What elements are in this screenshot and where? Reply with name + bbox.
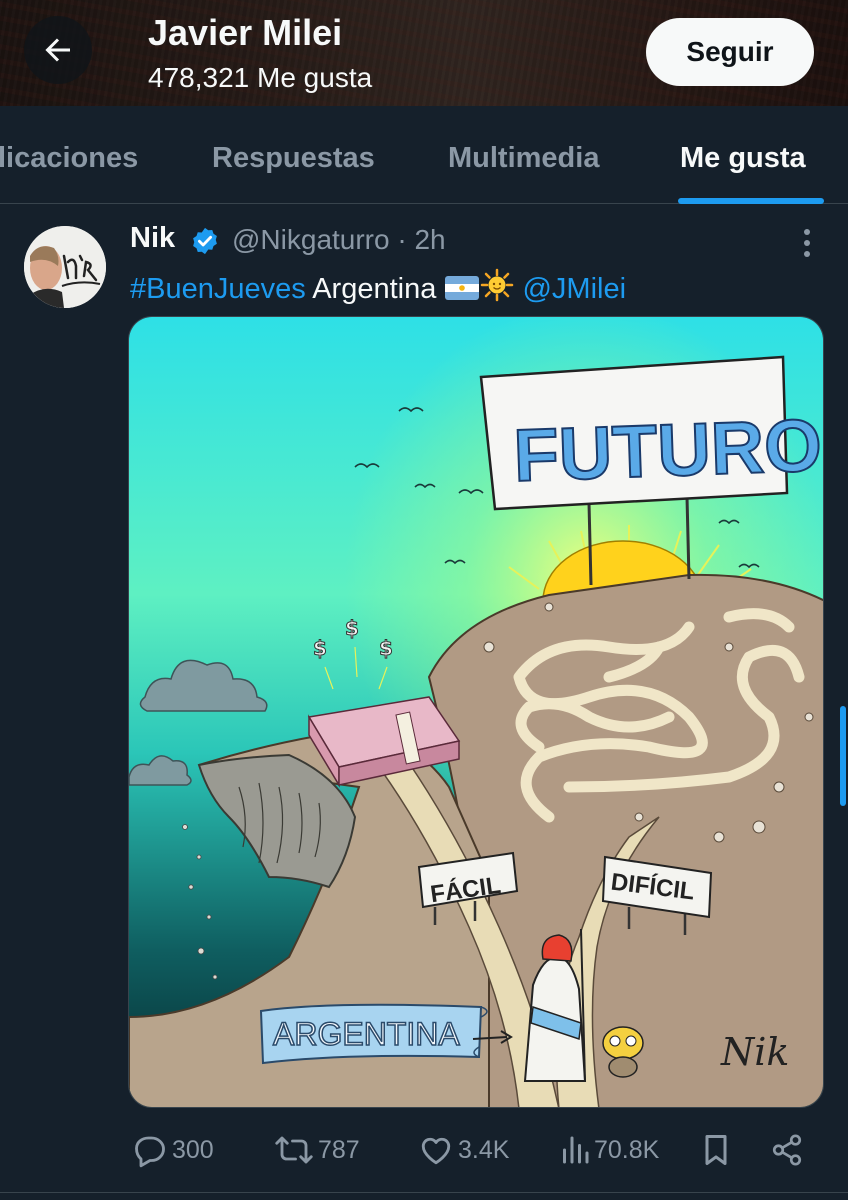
views-count: 70.8K [594,1135,660,1164]
tab-respuestas[interactable]: Respuestas [212,142,375,175]
author-avatar[interactable] [24,226,106,308]
svg-text:$: $ [345,616,359,640]
back-arrow-icon [45,38,70,62]
tab-me-gusta[interactable]: Me gusta [680,142,806,175]
sign-futuro-text: FUTURO [512,403,823,497]
follow-button[interactable]: Seguir [646,18,814,86]
hashtag-link[interactable]: #BuenJueves [130,273,306,305]
reply-button[interactable]: 300 [132,1132,214,1168]
svg-text:$: $ [379,636,393,660]
reply-icon [135,1136,165,1168]
mention-link[interactable]: @JMilei [522,273,626,305]
share-icon [772,1134,802,1166]
repost-icon [275,1136,313,1164]
tab-multimedia[interactable]: Multimedia [448,142,599,175]
post-image[interactable]: $ $ $ FUTURO FÁCIL DIFÍCIL ARGENTINA Nik [128,316,824,1108]
views-button[interactable]: 70.8K [560,1132,659,1168]
bookmark-icon [705,1135,727,1165]
divider [0,1192,848,1193]
svg-text:ARGENTINA: ARGENTINA [273,1016,460,1052]
likes-count: 478,321 Me gusta [148,62,373,93]
scrollbar-thumb[interactable] [840,706,846,806]
like-icon [421,1137,451,1165]
repost-button[interactable]: 787 [274,1132,360,1168]
tab-publicaciones[interactable]: licaciones [0,142,138,175]
author-name[interactable]: Nik [130,222,175,255]
post-text: #BuenJueves Argentina @JMilei [130,268,626,306]
sun-emoji-icon [481,268,514,302]
verified-badge-icon [193,227,217,255]
artist-signature: Nik [720,1030,789,1074]
separator-dot: · [397,224,407,255]
active-tab-indicator [678,198,824,204]
gaturro-cat-drawing [602,1026,644,1078]
author-handle-time: @Nikgaturro · 2h [232,224,446,256]
svg-text:$: $ [313,636,327,660]
argentina-flag-icon [445,276,480,300]
post-actions: 300 787 3.4K 70.8K [0,1126,848,1176]
post-time[interactable]: 2h [414,224,445,255]
back-button[interactable] [24,16,92,84]
like-count: 3.4K [458,1135,510,1164]
reply-count: 300 [172,1135,214,1164]
views-icon [563,1136,589,1164]
post-body-text: Argentina [305,273,445,305]
author-handle[interactable]: @Nikgaturro [232,224,390,255]
argentina-banner-drawing: ARGENTINA [259,1003,513,1065]
profile-tabs: licaciones Respuestas Multimedia Me gust… [0,106,848,204]
like-button[interactable]: 3.4K [418,1132,509,1168]
bookmark-button[interactable] [700,1132,732,1168]
profile-name: Javier Milei [148,12,343,53]
repost-count: 787 [318,1135,360,1164]
more-options-icon[interactable] [796,226,818,260]
share-button[interactable] [770,1132,804,1168]
